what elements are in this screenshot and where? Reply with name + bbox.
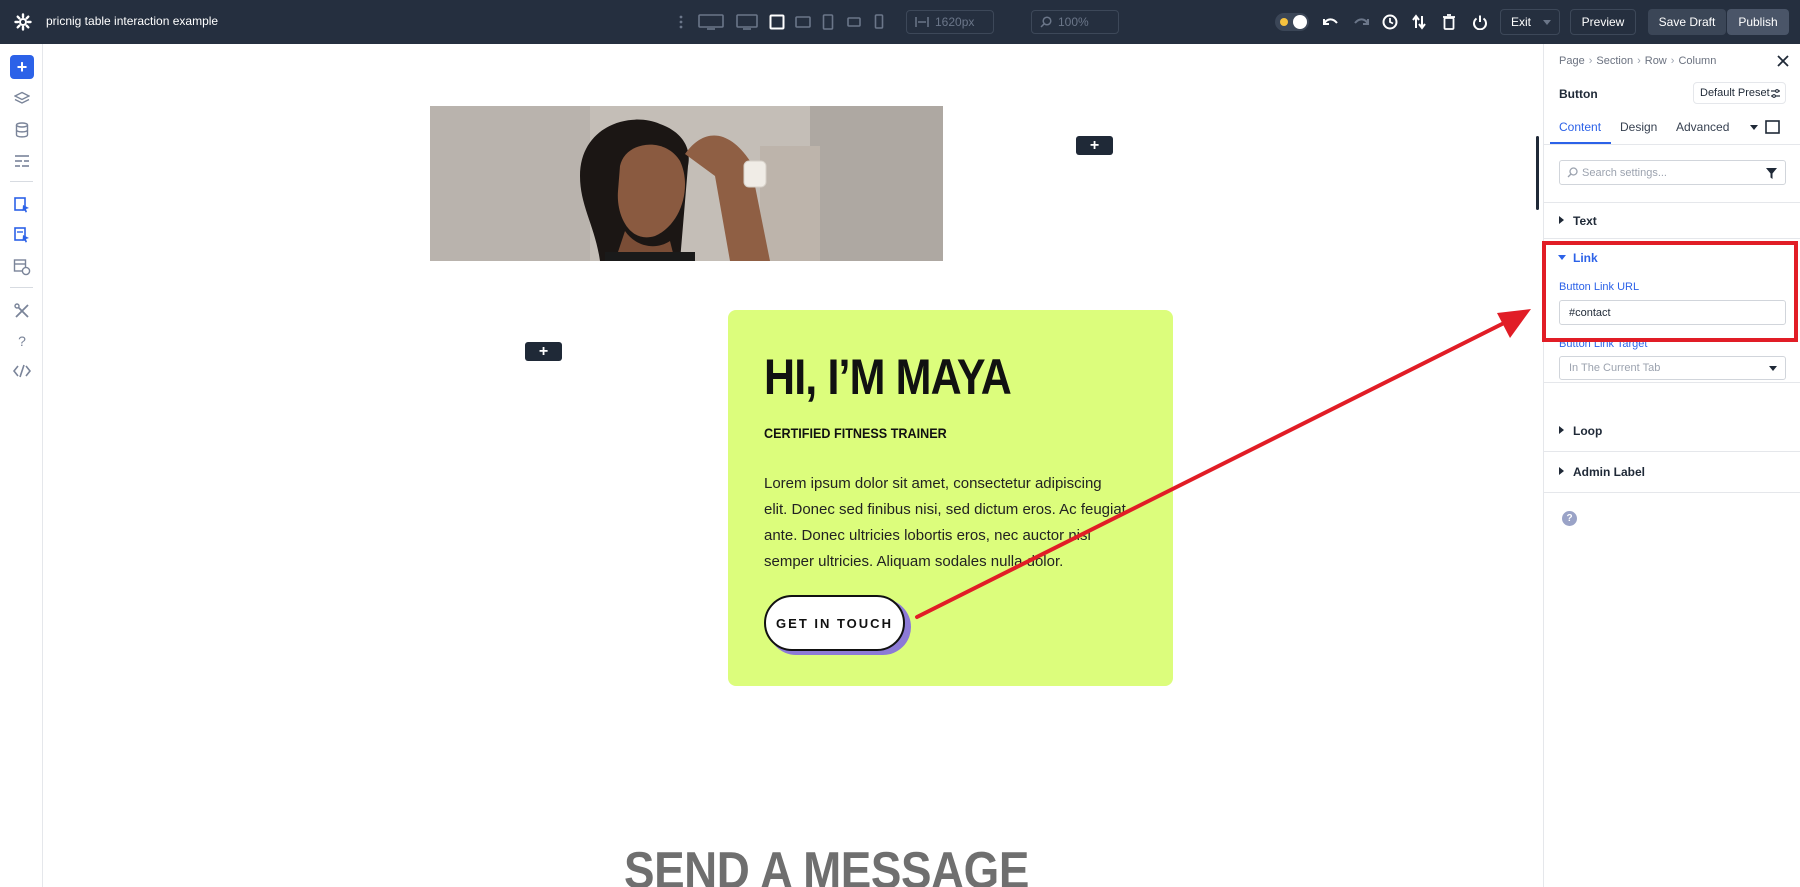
builder-canvas[interactable]: + + HI, I’M MAYA CERTIFIED FITNESS TRAIN…	[43, 44, 1543, 887]
caret-right-icon	[1559, 216, 1564, 224]
library-icon[interactable]	[11, 224, 33, 246]
card-body: Lorem ipsum dolor sit amet, consectetur …	[764, 475, 1126, 570]
undo-icon[interactable]	[1322, 12, 1340, 32]
redo-icon[interactable]	[1352, 12, 1370, 32]
breadcrumb-column[interactable]: Column	[1678, 55, 1716, 67]
breadcrumb-page[interactable]: Page	[1559, 55, 1585, 67]
section-admin-label[interactable]: Admin Label	[1544, 452, 1800, 493]
settings-tabs: Content Design Advanced	[1544, 106, 1800, 145]
exit-button[interactable]: Exit	[1500, 9, 1560, 35]
width-icon	[915, 17, 929, 27]
section-loop-label: Loop	[1573, 424, 1603, 438]
layers-icon[interactable]	[11, 88, 33, 110]
preset-settings-icon	[1771, 89, 1780, 98]
canvas-width-field[interactable]: 1620px	[906, 10, 994, 34]
page-title: pricnig table interaction example	[46, 14, 219, 28]
get-in-touch-button-wrap: GET IN TOUCH	[764, 595, 911, 655]
phone-landscape-view-icon[interactable]	[847, 12, 861, 32]
widescreen-view-icon[interactable]	[698, 12, 724, 32]
caret-right-icon	[1559, 467, 1564, 475]
breadcrumb-row[interactable]: Row	[1645, 55, 1667, 67]
exit-label: Exit	[1511, 15, 1532, 29]
filter-icon[interactable]	[1766, 168, 1777, 179]
save-draft-button[interactable]: Save Draft	[1648, 9, 1726, 35]
database-icon[interactable]	[11, 119, 33, 141]
left-sidebar: + ?	[0, 44, 43, 887]
more-vertical-icon[interactable]	[676, 12, 686, 32]
section-title: SEND A MESSAGE	[624, 842, 1029, 887]
close-icon[interactable]	[1776, 54, 1790, 68]
trash-icon[interactable]	[1440, 12, 1458, 32]
publish-button[interactable]: Publish	[1727, 9, 1789, 35]
breadcrumb-section[interactable]: Section	[1596, 55, 1633, 67]
scroll-indicator[interactable]	[1536, 136, 1539, 210]
canvas-width-value: 1620px	[935, 15, 975, 29]
code-icon[interactable]	[11, 360, 33, 382]
tab-design[interactable]: Design	[1620, 120, 1657, 134]
button-link-target-value: In The Current Tab	[1569, 362, 1661, 374]
phone-view-icon[interactable]	[874, 12, 884, 32]
tab-content[interactable]: Content	[1559, 120, 1601, 134]
button-link-target-select[interactable]: In The Current Tab	[1559, 356, 1786, 380]
gear-icon[interactable]	[13, 12, 33, 32]
expand-panel-icon[interactable]	[1765, 120, 1780, 134]
theme-toggle[interactable]	[1275, 12, 1309, 32]
section-text[interactable]: Text	[1544, 202, 1800, 239]
breadcrumb: Page › Section › Row › Column	[1559, 55, 1717, 67]
caret-right-icon	[1559, 426, 1564, 434]
section-admin-label-label: Admin Label	[1573, 465, 1646, 479]
help-icon[interactable]: ?	[11, 330, 33, 352]
tablet-landscape-view-icon[interactable]	[795, 12, 811, 32]
zoom-value: 100%	[1058, 15, 1089, 29]
tools-icon[interactable]	[11, 300, 33, 322]
add-module-button[interactable]: +	[525, 342, 562, 361]
preview-button[interactable]: Preview	[1570, 9, 1636, 35]
settings-search-input[interactable]: Search settings...	[1559, 160, 1786, 185]
card-subheading: CERTIFIED FITNESS TRAINER	[764, 425, 947, 441]
hero-image[interactable]	[430, 106, 943, 261]
laptop-view-icon[interactable]	[769, 12, 785, 32]
layout-icon[interactable]	[11, 150, 33, 172]
preset-label: Default Preset	[1700, 87, 1770, 99]
search-icon	[1040, 16, 1052, 28]
desktop-view-icon[interactable]	[736, 12, 758, 32]
divider	[10, 287, 33, 288]
top-toolbar: pricnig table interaction example 1620px…	[0, 0, 1800, 44]
divider	[10, 181, 33, 182]
chevron-down-icon	[1769, 366, 1777, 371]
section-text-label: Text	[1573, 214, 1597, 228]
annotation-highlight-box	[1542, 241, 1798, 342]
tablet-view-icon[interactable]	[822, 12, 834, 32]
card-heading: HI, I’M MAYA	[764, 349, 1012, 405]
zoom-field[interactable]: 100%	[1031, 10, 1119, 34]
history-icon[interactable]	[1381, 12, 1399, 32]
search-icon	[1567, 167, 1578, 178]
section-loop[interactable]: Loop	[1544, 411, 1800, 452]
get-in-touch-button[interactable]: GET IN TOUCH	[764, 595, 905, 651]
sort-icon[interactable]	[1410, 12, 1428, 32]
help-icon[interactable]: ?	[1562, 511, 1577, 526]
add-icon[interactable]: +	[10, 55, 34, 79]
tab-advanced[interactable]: Advanced	[1676, 120, 1729, 134]
module-name: Button	[1559, 87, 1598, 101]
portability-icon[interactable]	[11, 256, 33, 278]
chevron-down-icon	[1543, 20, 1551, 25]
pages-icon[interactable]	[11, 194, 33, 216]
power-icon[interactable]	[1471, 12, 1489, 32]
settings-panel: Page › Section › Row › Column Button Default P…	[1536, 44, 1800, 887]
add-module-button[interactable]: +	[1076, 136, 1113, 155]
intro-card[interactable]: HI, I’M MAYA CERTIFIED FITNESS TRAINER L…	[728, 310, 1173, 686]
chevron-down-icon[interactable]	[1750, 125, 1758, 130]
search-placeholder: Search settings...	[1582, 166, 1667, 179]
active-tab-indicator	[1550, 142, 1611, 144]
preset-dropdown[interactable]: Default Preset	[1693, 82, 1786, 104]
